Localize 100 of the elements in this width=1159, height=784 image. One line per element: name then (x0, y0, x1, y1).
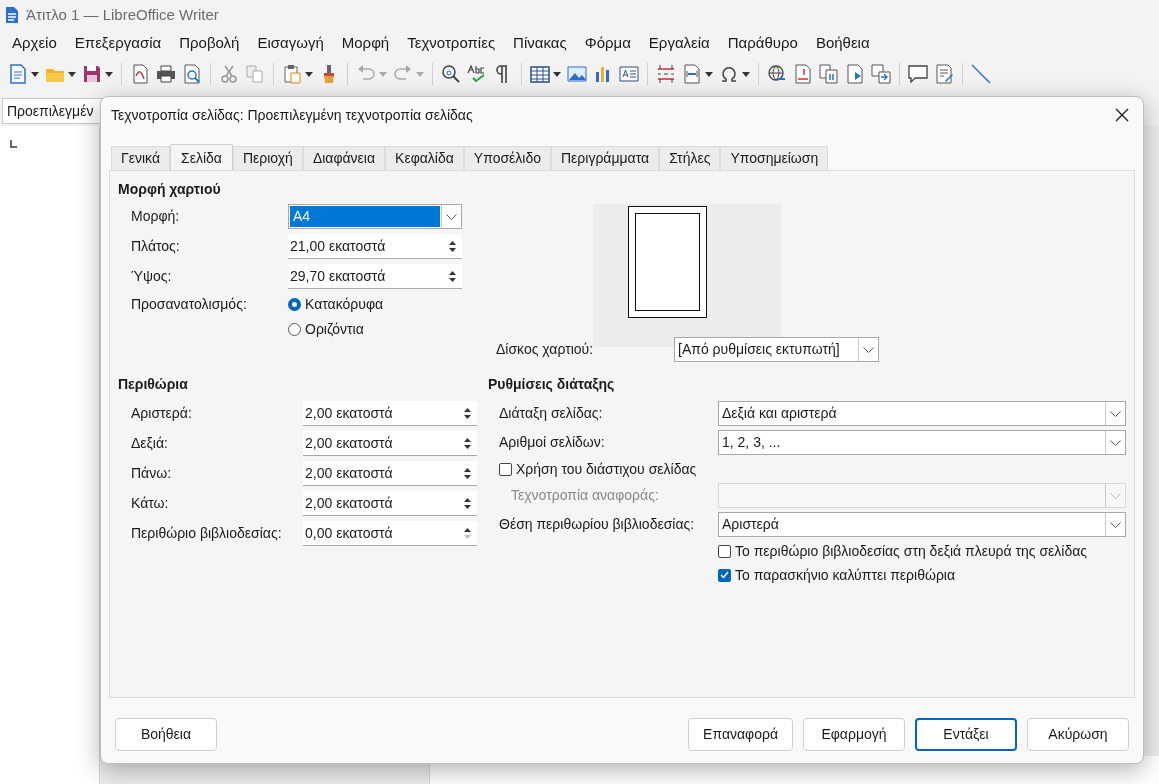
field-label: Κάτω: (131, 494, 170, 513)
increase-arrow-icon[interactable] (448, 240, 456, 245)
dropdown-arrow-icon[interactable] (705, 71, 713, 77)
omega-icon[interactable] (719, 64, 739, 84)
dialog-button[interactable]: Εντάξει (915, 718, 1017, 751)
scissors-icon[interactable] (219, 64, 239, 84)
pdf-export-icon[interactable] (130, 64, 150, 84)
dropdown-arrow-icon[interactable] (68, 71, 76, 77)
dropdown[interactable]: 1, 2, 3, ... (718, 430, 1126, 455)
menu-item[interactable]: Εργαλεία (639, 31, 719, 55)
decrease-arrow-icon[interactable] (463, 414, 471, 419)
dropdown[interactable]: Αριστερά (718, 512, 1126, 537)
menu-item[interactable]: Βοήθεια (806, 31, 879, 55)
tab[interactable]: Στήλες (659, 146, 721, 170)
dropdown-arrow-icon[interactable] (742, 71, 750, 77)
dialog-button[interactable]: Επαναφορά (688, 718, 793, 751)
text-box-icon[interactable] (619, 64, 639, 84)
spin-field[interactable]: 2,00 εκατοστά (303, 461, 477, 486)
tab[interactable]: Υποσέλιδο (463, 146, 551, 170)
increase-arrow-icon[interactable] (463, 527, 471, 532)
dropdown-arrow-icon[interactable] (305, 71, 313, 77)
increase-arrow-icon[interactable] (463, 407, 471, 412)
increase-arrow-icon[interactable] (448, 270, 456, 275)
increase-arrow-icon[interactable] (463, 467, 471, 472)
spin-field[interactable]: 21,00 εκατοστά (288, 234, 462, 259)
dropdown-arrow-icon[interactable] (105, 71, 113, 77)
field-label: Αριθμοί σελίδων: (499, 433, 606, 452)
dropdown[interactable]: [Από ρυθμίσεις εκτυπωτή] (674, 337, 879, 362)
tab[interactable]: Διαφάνεια (302, 146, 386, 170)
dropdown[interactable]: A4 (288, 204, 462, 229)
find-replace-icon[interactable] (441, 64, 461, 84)
decrease-arrow-icon[interactable] (448, 277, 456, 282)
increase-arrow-icon[interactable] (463, 437, 471, 442)
dropdown[interactable]: Δεξιά και αριστερά (718, 401, 1126, 426)
radio-button[interactable] (288, 298, 301, 311)
spin-field[interactable]: 0,00 εκατοστά (303, 521, 477, 546)
table-icon[interactable] (530, 64, 550, 84)
tab[interactable]: Περιγράμματα (551, 146, 660, 170)
tab[interactable]: Περιοχή (232, 146, 303, 170)
radio-label[interactable]: Οριζόντια (305, 319, 364, 340)
menu-item[interactable]: Παράθυρο (718, 31, 807, 55)
decrease-arrow-icon[interactable] (463, 474, 471, 479)
checkbox[interactable] (718, 568, 731, 582)
field-label: Διάταξη σελίδας: (499, 404, 604, 423)
image-icon[interactable] (567, 64, 587, 84)
checkbox-label[interactable]: Το περιθώριο βιβλιοδεσίας στη δεξιά πλευρά της σελίδας (735, 540, 1088, 562)
menu-item[interactable]: Πίνακας (504, 31, 576, 55)
page-break-icon[interactable] (656, 64, 676, 84)
cross-reference-arrow-icon[interactable] (871, 64, 891, 84)
tab[interactable]: Σελίδα (170, 144, 233, 171)
field-label: Αριστερά: (131, 404, 193, 423)
tab-stop-icon[interactable] (10, 140, 18, 148)
menu-item[interactable]: Αρχείο (3, 31, 66, 55)
field-label: Πάνω: (131, 464, 173, 483)
checkbox-label[interactable]: Το παρασκήνιο καλύπτει περιθώρια (735, 564, 956, 586)
decrease-arrow-icon[interactable] (463, 444, 471, 449)
dialog-button[interactable]: Ακύρωση (1027, 718, 1129, 751)
dialog-button[interactable]: Βοήθεια (115, 718, 217, 751)
field-label: Περιθώριο βιβλιοδεσίας: (131, 524, 283, 543)
chevron-down-icon (446, 213, 457, 220)
menu-item[interactable]: Τεχνοτροπίες (398, 31, 505, 55)
checkbox[interactable] (499, 462, 512, 476)
cross-reference-icon[interactable] (819, 64, 839, 84)
field-icon[interactable] (682, 64, 702, 84)
decrease-arrow-icon[interactable] (448, 247, 456, 252)
menu-item[interactable]: Προβολή (170, 31, 249, 55)
decrease-arrow-icon[interactable] (463, 504, 471, 509)
line-icon[interactable] (971, 64, 991, 84)
menu-item[interactable]: Μορφή (332, 31, 399, 55)
dropdown-arrow-icon[interactable] (553, 71, 561, 77)
spin-field[interactable]: 2,00 εκατοστά (303, 401, 477, 426)
chevron-down-icon (1110, 521, 1121, 528)
printer-icon[interactable] (156, 64, 176, 84)
save-icon[interactable] (82, 64, 102, 84)
menu-item[interactable]: Επεξεργασία (65, 31, 171, 55)
spin-field[interactable]: 2,00 εκατοστά (303, 491, 477, 516)
field-label: Δίσκος χαρτιού: (496, 340, 595, 359)
radio-button[interactable] (288, 323, 301, 336)
menu-item[interactable]: Φόρμα (575, 31, 640, 55)
menu-item[interactable]: Εισαγωγή (248, 31, 333, 55)
print-preview-icon[interactable] (182, 64, 202, 84)
close-icon[interactable] (1115, 108, 1129, 122)
radio-label[interactable]: Κατακόρυφα (305, 294, 384, 315)
field-label: Τεχνοτροπία αναφοράς: (510, 486, 660, 505)
section-heading: Ρυθμίσεις διάταξης (488, 375, 616, 394)
checkbox-label[interactable]: Χρήση του διάστιχου σελίδας (516, 458, 697, 480)
tab[interactable]: Κεφαλίδα (385, 146, 464, 170)
increase-arrow-icon[interactable] (463, 497, 471, 502)
tab[interactable]: Υποσημείωση (720, 146, 829, 170)
track-changes-icon[interactable] (934, 64, 954, 84)
spin-field[interactable]: 2,00 εκατοστά (303, 431, 477, 456)
checkbox[interactable] (718, 544, 731, 558)
paste-icon[interactable] (282, 64, 302, 84)
spin-field[interactable]: 29,70 εκατοστά (288, 264, 462, 289)
dialog-button[interactable]: Εφαρμογή (803, 718, 905, 751)
spellcheck-icon[interactable] (467, 64, 487, 84)
dropdown-arrow-icon[interactable] (31, 71, 39, 77)
comment-icon[interactable] (908, 64, 928, 84)
globe-link-icon[interactable] (767, 64, 787, 84)
tab[interactable]: Γενικά (111, 146, 170, 170)
